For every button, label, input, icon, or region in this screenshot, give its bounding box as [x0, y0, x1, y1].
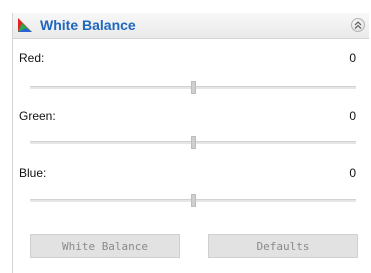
green-label: Green: — [19, 109, 56, 123]
blue-value: 0 — [349, 166, 356, 180]
white-balance-panel: White Balance Red: 0 Green: 0 Blue: 0 Wh… — [12, 13, 369, 273]
panel-title: White Balance — [40, 17, 136, 33]
defaults-button[interactable]: Defaults — [208, 234, 358, 258]
red-label: Red: — [19, 51, 45, 65]
blue-label: Blue: — [19, 166, 47, 180]
collapse-button[interactable] — [351, 18, 365, 32]
color-triangle-icon — [18, 18, 32, 32]
green-slider-thumb[interactable] — [191, 136, 196, 149]
white-balance-button[interactable]: White Balance — [30, 234, 180, 258]
red-value: 0 — [349, 51, 356, 65]
blue-slider-thumb[interactable] — [191, 194, 196, 207]
panel-header[interactable]: White Balance — [13, 13, 369, 39]
red-slider[interactable] — [30, 81, 356, 95]
double-chevron-up-icon — [354, 21, 362, 29]
green-slider[interactable] — [30, 136, 356, 150]
green-value: 0 — [349, 109, 356, 123]
blue-slider[interactable] — [30, 194, 356, 208]
red-slider-thumb[interactable] — [191, 81, 196, 94]
